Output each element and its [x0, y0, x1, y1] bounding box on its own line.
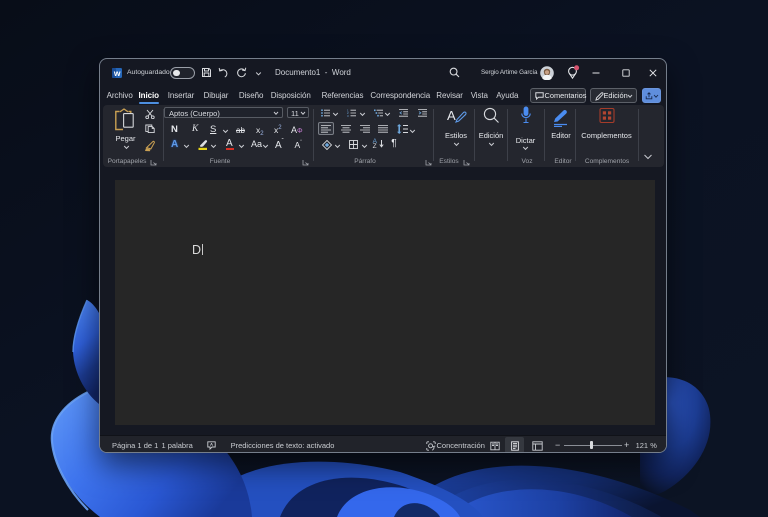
svg-text:3: 3: [347, 114, 349, 117]
svg-text:w: w: [113, 68, 121, 78]
